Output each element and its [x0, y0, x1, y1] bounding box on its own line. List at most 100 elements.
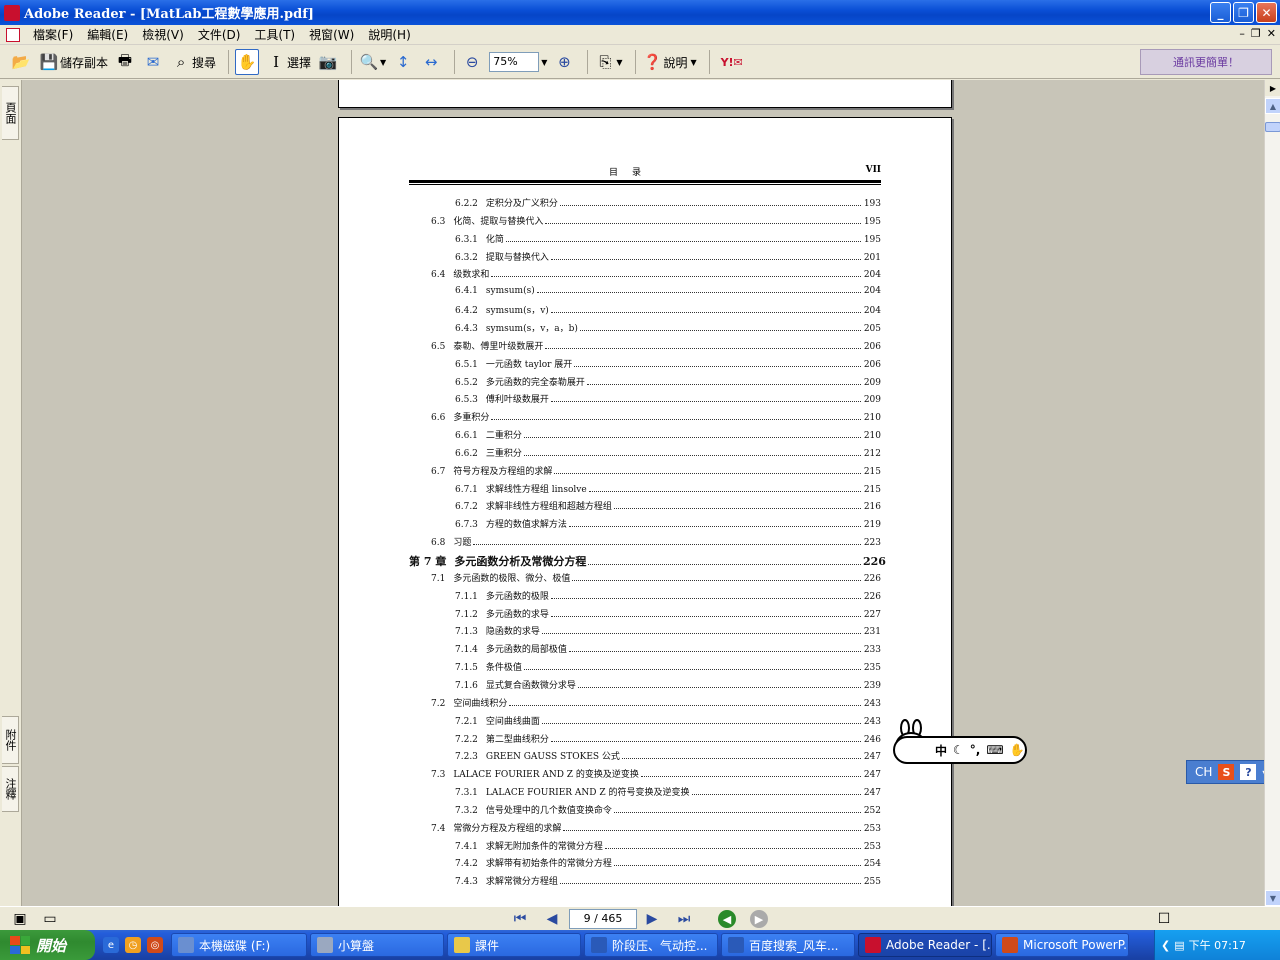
close-button[interactable]: ✕ [1256, 2, 1277, 23]
system-tray: ❮ ▤ 下午 07:17 [1154, 930, 1280, 960]
search-button[interactable]: ⌕ 搜尋 [170, 49, 216, 75]
next-page-button[interactable]: ▶ [642, 910, 662, 928]
next-view-button[interactable]: ▶ [750, 910, 768, 928]
snapshot-button[interactable]: 📷 [317, 49, 339, 75]
scroll-thumb[interactable] [1265, 122, 1280, 132]
taskbar-item-adobe-reader[interactable]: Adobe Reader - [... [858, 933, 992, 957]
moon-icon[interactable]: ☾ [953, 743, 964, 757]
zoom-in-tool-button[interactable]: 🔍 ▼ [358, 49, 387, 75]
toc-title: 求解带有初始条件的常微分方程 [485, 859, 612, 870]
taskbar-item-calculator[interactable]: 小算盤 [310, 933, 444, 957]
scroll-right-arrow-icon[interactable]: ▶ [1265, 80, 1280, 96]
maximize-button[interactable]: ❐ [1233, 2, 1254, 23]
page-size-icon[interactable]: ▭ [40, 910, 60, 928]
start-button[interactable]: 開始 [0, 930, 95, 960]
hand-tool-button[interactable]: ✋ [235, 49, 260, 75]
toc-page-number: 223 [863, 538, 881, 549]
ime-toolbar[interactable]: 中 ☾ °, ⌨ ✋ [893, 736, 1027, 764]
yahoo-toolbar-button[interactable]: Y!✉ [716, 49, 748, 75]
toc-entry: 6.6 多重积分 210 [409, 410, 881, 424]
doc-minimize-button[interactable]: – [1239, 27, 1245, 40]
doc-close-button[interactable]: ✕ [1267, 27, 1276, 40]
taskbar-item-folder[interactable]: 課件 [447, 933, 581, 957]
toc-leader [691, 787, 861, 796]
help-icon[interactable]: ? [1240, 764, 1257, 780]
sogou-icon[interactable]: S [1218, 764, 1235, 780]
menu-tools[interactable]: 工具(T) [247, 26, 302, 43]
actual-size-button[interactable]: ↕ [392, 49, 414, 75]
taskbar-item-browser[interactable]: 百度搜索_风车... [721, 933, 855, 957]
toc-title: 信号处理中的几个数值变换命令 [485, 805, 612, 816]
save-copy-button[interactable]: 💾 儲存副本 [38, 49, 108, 75]
zoom-out-button[interactable]: ⊖ [461, 49, 483, 75]
chevron-down-icon[interactable]: ▼ [691, 58, 697, 67]
keyboard-icon[interactable]: ⌨ [986, 743, 1003, 757]
chevron-left-icon[interactable]: ❮ [1161, 939, 1170, 952]
tab-attachments[interactable]: 附件 [2, 716, 19, 764]
page-number-field[interactable]: 9 / 465 [569, 909, 637, 929]
toc-title: 条件极值 [485, 663, 522, 674]
document-view[interactable]: 目录 VII 6.2.2 定积分及广义积分 193 6.3 化简、提取与替换代入 195 6… [22, 80, 1264, 906]
split-view-icon[interactable]: ☐ [1154, 910, 1174, 928]
open-button[interactable]: 📂 [10, 49, 32, 75]
scroll-down-button[interactable]: ▼ [1265, 890, 1280, 906]
zoom-in-button[interactable]: ⊕ [553, 49, 575, 75]
punctuation-icon[interactable]: °, [970, 743, 981, 757]
clock[interactable]: 下午 07:17 [1189, 937, 1246, 953]
menu-document[interactable]: 文件(D) [191, 26, 248, 43]
language-label[interactable]: CH [1195, 765, 1212, 779]
pdf-document-icon[interactable] [6, 27, 20, 42]
toc-page-number: 193 [863, 199, 881, 209]
toc-entry: 6.8 习题 223 [409, 535, 881, 549]
toc-entry: 6.4.1 symsum(s) 204 [409, 285, 881, 299]
page-header-number: VII [865, 165, 881, 175]
doc-restore-button[interactable]: ❐ [1251, 27, 1261, 40]
chevron-down-icon[interactable]: ▼ [541, 58, 547, 67]
tab-pages[interactable]: 頁面 [2, 86, 19, 140]
tab-comments[interactable]: 注釋 [2, 766, 19, 812]
previous-view-button[interactable]: ◀ [718, 910, 736, 928]
toc-page-number: 253 [863, 823, 881, 834]
fit-width-button[interactable]: ↔ [420, 49, 442, 75]
toc-number: 7.4.2 [455, 859, 478, 870]
first-page-button[interactable]: ⏮ [510, 910, 530, 928]
scroll-up-button[interactable]: ▲ [1265, 98, 1280, 114]
title-bar[interactable]: Adobe Reader - [MatLab工程數學應用.pdf] _ ❐ ✕ [0, 0, 1280, 25]
network-icon[interactable]: ▤ [1174, 939, 1184, 952]
app-icon[interactable]: ◎ [147, 937, 163, 953]
menu-view[interactable]: 檢視(V) [135, 26, 191, 43]
ime-mode-label[interactable]: 中 [935, 742, 947, 759]
toc-number: 7.2.2 [455, 734, 478, 745]
taskbar-item-powerpoint[interactable]: Microsoft PowerP... [995, 933, 1129, 957]
ad-banner[interactable]: 通訊更簡單！ [1140, 49, 1272, 75]
last-page-button[interactable]: ⏭ [674, 910, 694, 928]
menu-edit[interactable]: 編輯(E) [80, 26, 135, 43]
zoom-level-field[interactable]: 75% [489, 52, 540, 72]
zoom-level-select[interactable]: 75% ▼ [489, 49, 547, 75]
select-tool-button[interactable]: I 選擇 [265, 49, 311, 75]
toc-entry: 7.4.3 求解常微分方程组 255 [409, 874, 881, 888]
vertical-scrollbar[interactable]: ▶ ▲ ▼ [1264, 80, 1280, 906]
toc-page-number: 204 [863, 306, 881, 317]
clock-app-icon[interactable]: ◷ [125, 937, 141, 953]
taskbar-item-drive[interactable]: 本機磁碟 (F:) [171, 933, 307, 957]
minimize-button[interactable]: _ [1210, 2, 1231, 23]
chevron-down-icon[interactable]: ▼ [380, 58, 386, 67]
task-label: 課件 [475, 938, 500, 953]
drive-icon [178, 937, 194, 953]
taskbar-item-document[interactable]: 阶段压、气动控... [584, 933, 718, 957]
rotate-view-button[interactable]: ⎘ ▼ [594, 49, 622, 75]
hand-icon[interactable]: ✋ [1010, 743, 1025, 757]
email-button[interactable]: ✉ [142, 49, 164, 75]
toc-page-number: 216 [863, 502, 881, 513]
ie-icon[interactable]: e [103, 937, 119, 953]
menu-help[interactable]: 說明(H) [361, 26, 417, 43]
page-layout-icon[interactable]: ▣ [10, 910, 30, 928]
menu-window[interactable]: 視窗(W) [302, 26, 361, 43]
menu-file[interactable]: 檔案(F) [26, 26, 80, 43]
help-button[interactable]: ❓ 說明 ▼ [642, 49, 697, 75]
print-button[interactable]: 🖶 [114, 49, 136, 75]
taskbar: 開始 e ◷ ◎ 本機磁碟 (F:) 小算盤 課件 阶段压、气动控... 百度搜… [0, 930, 1280, 960]
chevron-down-icon[interactable]: ▼ [616, 58, 622, 67]
previous-page-button[interactable]: ◀ [542, 910, 562, 928]
